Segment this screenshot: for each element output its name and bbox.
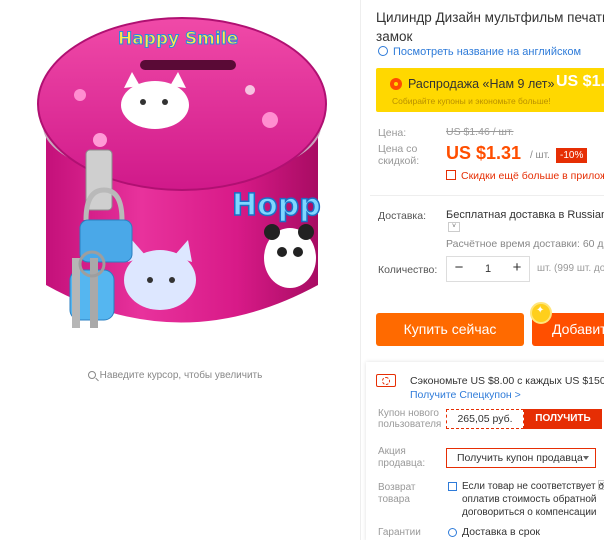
return-label-line1: Возврат xyxy=(378,482,416,493)
new-user-coupon-label: Купон нового пользователя xyxy=(378,408,442,430)
guarantee-label: Гарантии xyxy=(378,527,421,538)
discount-price-label-line1: Цена со xyxy=(378,143,418,155)
coupon-icon xyxy=(376,374,396,387)
new-user-coupon-value: 265,05 руб. xyxy=(446,409,524,429)
product-title-line1: Цилиндр Дизайн мультфильм печати к xyxy=(376,10,604,25)
new-user-coupon-label-line2: пользователя xyxy=(378,419,442,430)
guarantee-text: Доставка в срок xyxy=(462,526,541,538)
available-quantity: шт. (999 шт. досту xyxy=(537,263,604,274)
chevron-down-icon xyxy=(583,456,589,460)
get-coupon-button[interactable]: ПОЛУЧИТЬ xyxy=(524,409,602,429)
delivery-estimate: Расчётное время доставки: 60 дн xyxy=(446,238,604,250)
price-label: Цена: xyxy=(378,127,407,139)
return-text-line2: оплатив стоимость обратной xyxy=(462,494,597,505)
quantity-decrease-button[interactable]: − xyxy=(447,257,471,281)
chevron-down-icon[interactable]: ˅ xyxy=(448,222,460,232)
qr-code-icon xyxy=(446,170,456,180)
tin-logo-text: Happy Smile xyxy=(118,29,238,49)
clock-icon xyxy=(448,528,457,537)
shipping-value[interactable]: Бесплатная доставка в Russian xyxy=(446,209,604,221)
app-discount-text[interactable]: Скидки ещё больше в прилож xyxy=(461,170,604,182)
magnifier-icon xyxy=(87,371,96,379)
translate-link-text[interactable]: Посмотреть название на английском xyxy=(393,46,581,58)
globe-icon xyxy=(378,46,388,56)
seller-promo-label: Акция продавца: xyxy=(378,446,425,470)
sale-title: Распродажа «Нам 9 лет» xyxy=(408,77,555,91)
product-photo: Happy Smile Hopp xyxy=(37,17,327,328)
discount-price-label-line2: скидкой: xyxy=(378,155,420,167)
discount-badge: -10% xyxy=(556,148,588,163)
close-icon[interactable]: × xyxy=(598,480,604,490)
return-policy-text: Если товар не соответствует о оплатив ст… xyxy=(462,480,604,519)
new-user-coupon-label-line1: Купон нового xyxy=(378,408,439,419)
old-price: US $1.46 / шт. xyxy=(446,126,514,138)
discount-price-label: Цена со скидкой: xyxy=(378,143,419,167)
buy-now-button[interactable]: Купить сейчас xyxy=(376,313,524,346)
return-label: Возврат товара xyxy=(378,482,416,506)
sale-icon xyxy=(390,78,402,90)
shipping-label: Доставка: xyxy=(378,210,427,222)
sale-price: US $1. xyxy=(556,73,604,90)
product-image[interactable]: Happy Smile Hopp xyxy=(0,0,360,390)
seller-promo-label-line2: продавца: xyxy=(378,458,426,469)
get-special-coupon-link[interactable]: Получите Спецкупон > xyxy=(410,389,521,401)
sale-banner[interactable]: Распродажа «Нам 9 лет» US $1. Собирайте … xyxy=(376,68,604,112)
return-label-line2: товара xyxy=(378,494,410,505)
save-offer: Сэкономьте US $8.00 с каждых US $150.00 xyxy=(410,375,604,387)
svg-text:Hopp: Hopp xyxy=(232,188,321,223)
divider xyxy=(360,0,361,540)
quantity-stepper: − 1 + xyxy=(446,256,530,282)
translate-link[interactable]: Посмотреть название на английском xyxy=(378,46,581,58)
quantity-input[interactable]: 1 xyxy=(471,257,505,281)
return-text-line1: Если товар не соответствует о xyxy=(462,481,604,492)
return-icon xyxy=(448,482,457,491)
product-title: Цилиндр Дизайн мультфильм печати к замок xyxy=(376,8,604,46)
quantity-increase-button[interactable]: + xyxy=(505,257,529,281)
seller-promo-label-line1: Акция xyxy=(378,446,406,457)
app-discount-link[interactable]: Скидки ещё больше в прилож xyxy=(446,170,604,182)
zoom-hint-text: Наведите курсор, чтобы увеличить xyxy=(99,370,263,381)
per-unit: / шт. xyxy=(530,150,550,161)
discount-price: US $1.31 xyxy=(446,143,522,163)
product-title-line2: замок xyxy=(376,29,413,44)
coin-icon xyxy=(530,302,552,324)
return-text-line3: договориться о компенсации xyxy=(462,507,597,518)
quantity-label: Количество: xyxy=(378,264,438,276)
seller-coupon-select-text: Получить купон продавца xyxy=(457,452,583,464)
zoom-hint: Наведите курсор, чтобы увеличить xyxy=(0,370,350,381)
divider xyxy=(370,195,604,196)
sale-subtitle: Собирайте купоны и экономьте больше! xyxy=(392,96,551,106)
seller-coupon-select[interactable]: Получить купон продавца xyxy=(446,448,596,468)
